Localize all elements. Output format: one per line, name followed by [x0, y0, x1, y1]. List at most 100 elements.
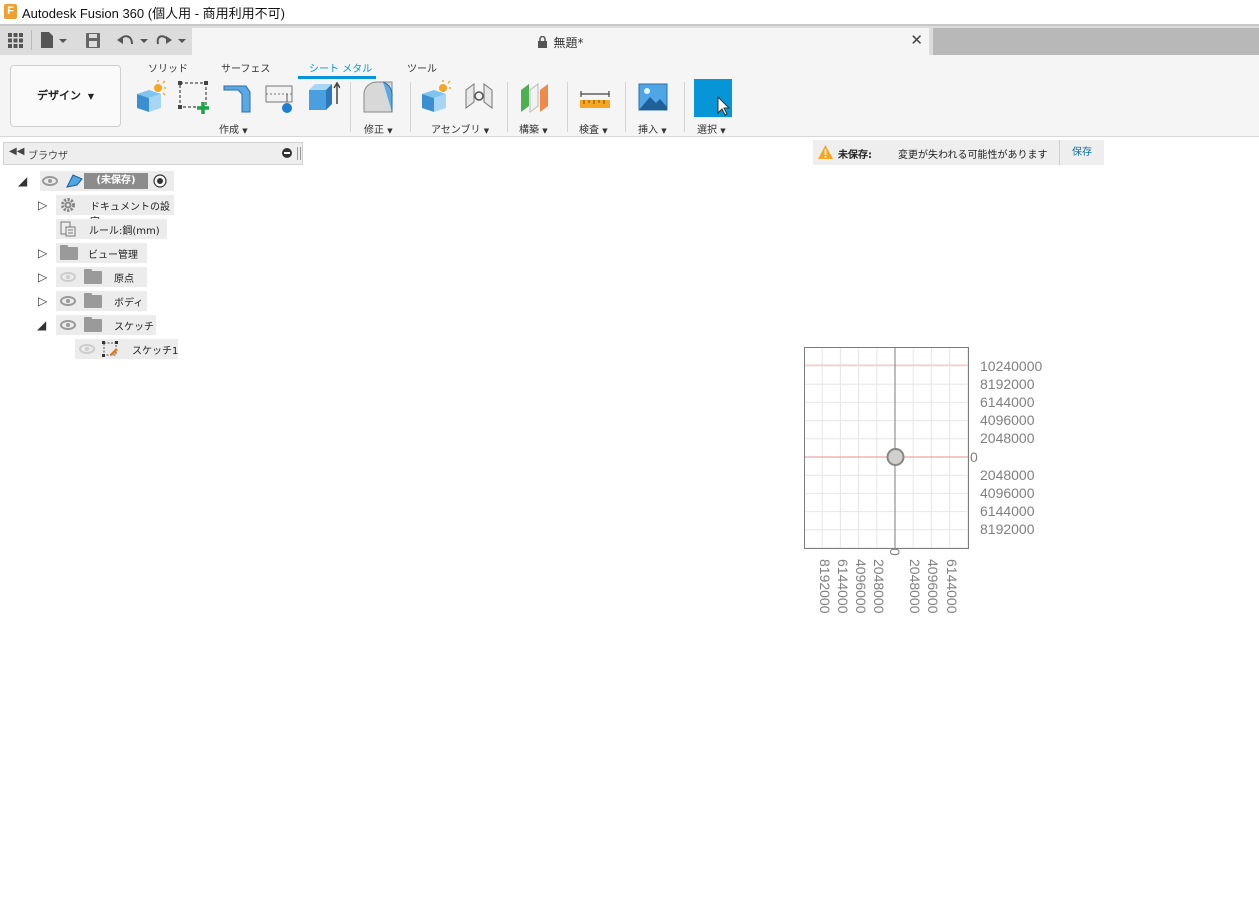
unsaved-label: 未保存: — [838, 150, 872, 161]
new-component-icon[interactable] — [134, 80, 168, 114]
divider — [31, 30, 32, 50]
insert-image-icon[interactable] — [636, 80, 670, 114]
y-tick-label: 2048000 — [980, 430, 1035, 446]
y-tick-label: 10240000 — [980, 358, 1043, 374]
chevron-down-icon: ▼ — [720, 127, 726, 135]
joint-icon[interactable] — [462, 80, 496, 114]
tab-sheet-metal[interactable]: シート メタル — [309, 60, 372, 75]
save-icon[interactable] — [86, 33, 100, 48]
measure-icon[interactable] — [578, 80, 612, 114]
divider — [350, 82, 351, 132]
window-title: Autodesk Fusion 360 (個人用 - 商用利用不可) — [22, 6, 285, 21]
visibility-hidden-icon[interactable] — [79, 344, 95, 354]
tree-label: 原点 — [114, 274, 134, 285]
visibility-eye-icon[interactable] — [42, 176, 58, 186]
tab-surface[interactable]: サーフェス — [221, 60, 270, 75]
expand-triangle-icon[interactable]: ▷ — [38, 291, 47, 311]
folder-icon — [84, 317, 102, 332]
y-tick-label: 2048000 — [980, 467, 1035, 483]
save-link[interactable]: 保存 — [1059, 140, 1104, 165]
press-pull-icon[interactable] — [361, 80, 395, 114]
browser-panel-header[interactable]: ◀◀ ブラウザ — [3, 142, 303, 165]
tree-item-origin[interactable]: ▷ 原点 — [36, 267, 148, 287]
tree-label: ルール:鋼(mm) — [89, 226, 160, 237]
visibility-eye-icon[interactable] — [60, 320, 76, 330]
expand-triangle-icon[interactable]: ▷ — [38, 267, 47, 287]
expand-triangle-icon[interactable]: ◢ — [18, 171, 27, 191]
new-component-assembly-icon[interactable] — [419, 80, 453, 114]
expand-triangle-icon[interactable]: ▷ — [38, 195, 47, 215]
redo-icon[interactable] — [156, 32, 188, 49]
lock-icon — [538, 35, 548, 48]
visibility-eye-icon[interactable] — [60, 296, 76, 306]
fusion-logo-icon: F — [4, 4, 17, 19]
tree-label: ビュー管理 — [88, 250, 138, 261]
y-tick-label: 4096000 — [980, 412, 1035, 428]
group-modify[interactable]: 修正 ▼ — [364, 121, 393, 136]
divider — [567, 82, 568, 132]
tree-label: スケッチ — [114, 322, 154, 333]
chevron-down-icon: ▼ — [87, 92, 94, 101]
sketch-grid[interactable] — [804, 347, 969, 549]
folder-icon — [60, 245, 78, 260]
tree-item-sketches[interactable]: ◢ スケッチ — [36, 315, 158, 335]
tree-item-sketch1[interactable]: スケッチ1 — [75, 339, 179, 359]
flange-icon[interactable] — [220, 80, 254, 114]
offset-plane-icon[interactable] — [518, 80, 552, 114]
undo-icon[interactable] — [116, 32, 148, 49]
grid-canvas — [805, 348, 968, 548]
tree-root[interactable]: ◢ (未保存) — [18, 171, 178, 191]
workspace-label: デザイン — [37, 89, 81, 102]
x-tick-label: 6144000 — [944, 559, 960, 614]
activate-radio-icon[interactable] — [153, 174, 167, 188]
tree-item-document-settings[interactable]: ▷ ドキュメントの設定 — [36, 195, 176, 228]
file-icon[interactable] — [40, 32, 68, 49]
group-insert[interactable]: 挿入 ▼ — [638, 121, 667, 136]
close-icon[interactable]: ✕ — [910, 31, 923, 49]
grid-menu-icon[interactable] — [8, 33, 23, 48]
unsaved-banner: 未保存: 変更が失われる可能性があります 保存 — [813, 140, 1104, 165]
extrude-icon[interactable] — [306, 80, 340, 114]
tree-item-rule[interactable]: ルール:鋼(mm) — [56, 219, 168, 239]
group-create[interactable]: 作成 ▼ — [219, 121, 248, 136]
tab-tools[interactable]: ツール — [407, 60, 437, 75]
group-inspect[interactable]: 検査 ▼ — [579, 121, 608, 136]
y-tick-label: 8192000 — [980, 376, 1035, 392]
group-select[interactable]: 選択 ▼ — [697, 121, 726, 136]
select-icon[interactable] — [694, 79, 732, 117]
tree-item-bodies[interactable]: ▷ ボディ — [36, 291, 148, 311]
chevron-down-icon: ▼ — [542, 127, 548, 135]
component-icon — [66, 174, 83, 188]
chevron-down-icon: ▼ — [602, 127, 608, 135]
tree-item-named-views[interactable]: ▷ ビュー管理 — [36, 243, 148, 263]
tab-solid[interactable]: ソリッド — [148, 60, 188, 75]
create-sketch-icon[interactable] — [177, 80, 211, 114]
group-assembly[interactable]: アセンブリ ▼ — [431, 121, 489, 136]
pin-handle-icon[interactable] — [297, 147, 301, 160]
warning-icon — [818, 145, 833, 159]
unsaved-message: 変更が失われる可能性があります — [898, 150, 1048, 161]
chevron-down-icon: ▼ — [483, 127, 490, 135]
tree-label: ボディ — [114, 298, 144, 309]
origin-point-icon[interactable] — [886, 448, 905, 466]
sketch-icon — [102, 341, 118, 357]
folder-icon — [84, 269, 102, 284]
ribbon: デザイン ▼ ソリッド サーフェス シート メタル ツール 作成 ▼ 修正 ▼ … — [0, 55, 1259, 137]
x-tick-label: 2048000 — [907, 559, 923, 614]
minimize-icon[interactable] — [282, 148, 292, 158]
unfold-icon[interactable] — [263, 80, 297, 114]
browser-title: ブラウザ — [28, 151, 68, 162]
divider — [410, 82, 411, 132]
x-tick-label: 4096000 — [925, 559, 941, 614]
y-tick-label: 6144000 — [980, 394, 1035, 410]
sheet-metal-rule-icon — [60, 221, 76, 237]
y-tick-label: 6144000 — [980, 503, 1035, 519]
workspace-switcher[interactable]: デザイン ▼ — [10, 65, 121, 127]
group-construct[interactable]: 構築 ▼ — [519, 121, 548, 136]
collapse-triangle-icon[interactable]: ◢ — [37, 315, 46, 335]
collapse-icon[interactable]: ◀◀ — [9, 146, 24, 157]
visibility-hidden-icon[interactable] — [60, 272, 76, 282]
tab-strip-empty — [933, 28, 1259, 55]
document-tab[interactable]: 無題* ✕ — [192, 28, 929, 55]
expand-triangle-icon[interactable]: ▷ — [38, 243, 47, 263]
